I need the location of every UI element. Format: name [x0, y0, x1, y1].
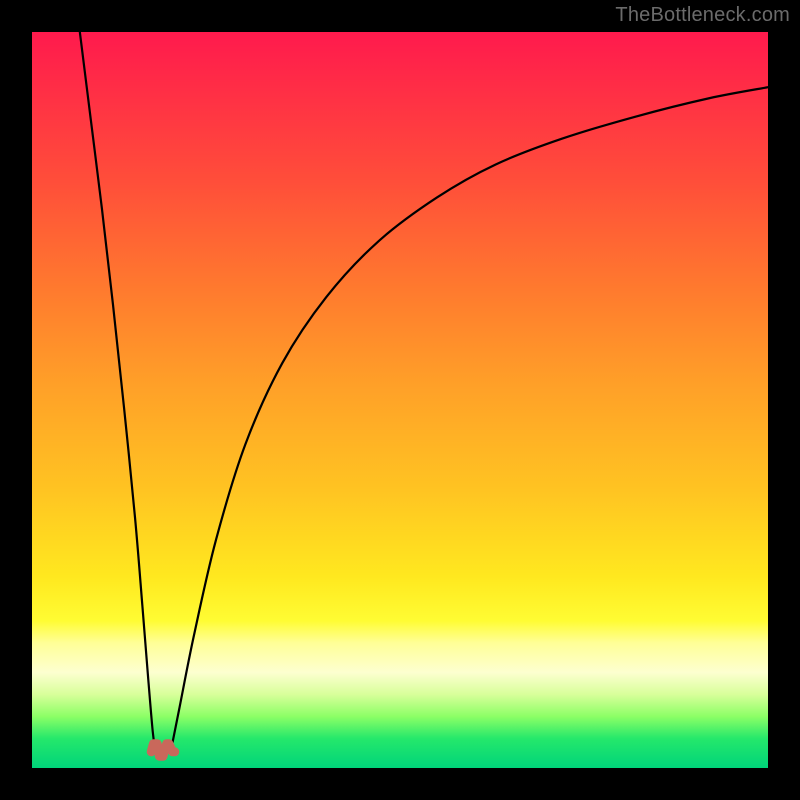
- curve-right-branch: [170, 87, 768, 753]
- chart-frame: TheBottleneck.com: [0, 0, 800, 800]
- curve-layer: [32, 32, 768, 768]
- curve-left-branch: [80, 32, 156, 753]
- plot-area: [32, 32, 768, 768]
- dip-marker: [151, 744, 175, 757]
- watermark-text: TheBottleneck.com: [615, 4, 790, 27]
